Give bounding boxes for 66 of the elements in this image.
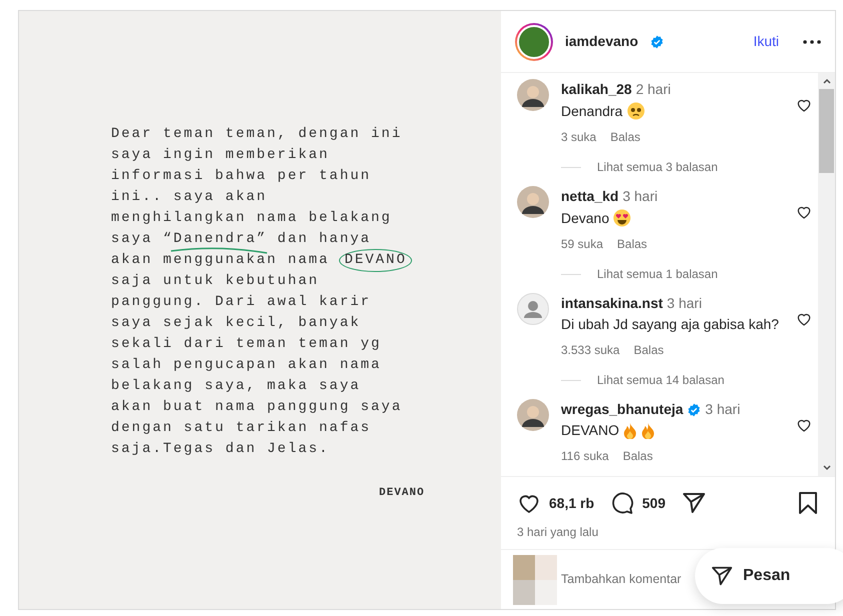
share-icon[interactable] — [682, 491, 706, 515]
like-count[interactable]: 116 suka — [561, 447, 609, 465]
avatar-icon[interactable] — [517, 399, 549, 431]
comment-time: 3 hari — [705, 400, 740, 419]
letter-text-line: saya sejak kecil, banyak — [111, 314, 361, 333]
comment-text: Denandra — [561, 102, 622, 120]
post-time: 3 hari yang lalu — [517, 524, 600, 541]
letter-text-line: sekali dari teman teman yg — [111, 335, 382, 354]
username[interactable]: iamdevano — [565, 31, 638, 52]
reply-button[interactable]: Balas — [622, 447, 653, 465]
profile-avatar[interactable] — [515, 22, 553, 60]
like-icon[interactable] — [796, 204, 812, 220]
send-icon[interactable] — [711, 565, 733, 587]
comment-username[interactable]: netta_kd — [561, 186, 619, 207]
follow-button[interactable]: Ikuti — [753, 31, 779, 52]
comment-time: 3 hari — [666, 294, 702, 313]
like-count[interactable]: 68,1 rb — [549, 492, 594, 514]
view-replies-link[interactable]: Lihat semua 14 balasan — [597, 371, 724, 389]
scrollbar[interactable] — [818, 73, 835, 476]
letter-text-line: Dear teman teman, dengan ini — [111, 125, 402, 144]
letter-text-line: menghilangkan nama belakang — [111, 209, 392, 228]
scrollbar-thumb[interactable] — [819, 89, 834, 173]
message-button[interactable]: Pesan — [695, 548, 843, 604]
like-icon[interactable] — [796, 417, 812, 433]
view-replies-link[interactable]: Lihat semua 3 balasan — [597, 158, 718, 176]
comment-text: Devano — [561, 210, 610, 226]
user-avatar — [513, 554, 557, 604]
verified-badge-icon — [650, 34, 664, 48]
letter-text-line: belakang saya, maka saya — [111, 377, 361, 396]
comment-username[interactable]: intansakina.nst — [561, 293, 663, 314]
bookmark-icon[interactable] — [797, 491, 819, 515]
more-icon[interactable] — [803, 40, 821, 44]
avatar-icon[interactable] — [517, 186, 549, 218]
letter-text-line: saya “Danendra” dan hanya — [111, 230, 372, 249]
letter-text-line: dengan satu tarikan nafas — [111, 419, 372, 438]
comment-time: 2 hari — [636, 80, 671, 99]
comment-time: 3 hari — [622, 187, 658, 206]
letter-text-line: akan menggunakan nama — [111, 251, 330, 270]
comment-text: Di ubah Jd sayang aja gabisa kah? — [561, 316, 779, 333]
like-count[interactable]: 3.533 suka — [561, 341, 620, 359]
comment-icon[interactable] — [610, 491, 634, 515]
avatar-icon[interactable] — [517, 79, 549, 111]
comment-username[interactable]: kalikah_28 — [561, 79, 632, 100]
like-count[interactable]: 59 suka — [561, 235, 604, 253]
verified-badge-icon — [687, 402, 702, 416]
letter-text-line: salah pengucapan akan nama — [111, 356, 382, 375]
reply-button[interactable]: Balas — [634, 341, 664, 359]
comment-text: DEVANO — [561, 422, 620, 439]
comment-input[interactable]: Tambahkan komentar — [561, 570, 691, 589]
letter-text-line: akan buat nama panggung saya — [111, 398, 402, 417]
like-count[interactable]: 3 suka — [561, 128, 596, 146]
comment-count[interactable]: 509 — [642, 492, 666, 514]
letter-text-line: saja.Tegas dan Jelas. — [111, 440, 330, 459]
letter-text-line: panggung. Dari awal karir — [111, 293, 372, 312]
signature-text: DEVANO — [379, 486, 425, 501]
reply-button[interactable]: Balas — [610, 128, 640, 146]
letter-text-line: ini.. saya akan — [111, 188, 268, 207]
letter-text-line: informasi bahwa per tahun — [111, 167, 372, 186]
comment-username[interactable]: wregas_bhanuteja — [561, 399, 684, 420]
like-icon[interactable] — [796, 97, 812, 113]
circled-word: DEVANO — [339, 249, 412, 272]
reply-button[interactable]: Balas — [617, 235, 648, 253]
letter-text-line: saya ingin memberikan — [111, 146, 330, 165]
like-icon[interactable] — [796, 311, 812, 327]
letter-text-line: saja untuk kebutuhan — [111, 272, 320, 291]
view-replies-link[interactable]: Lihat semua 1 balasan — [597, 265, 718, 283]
